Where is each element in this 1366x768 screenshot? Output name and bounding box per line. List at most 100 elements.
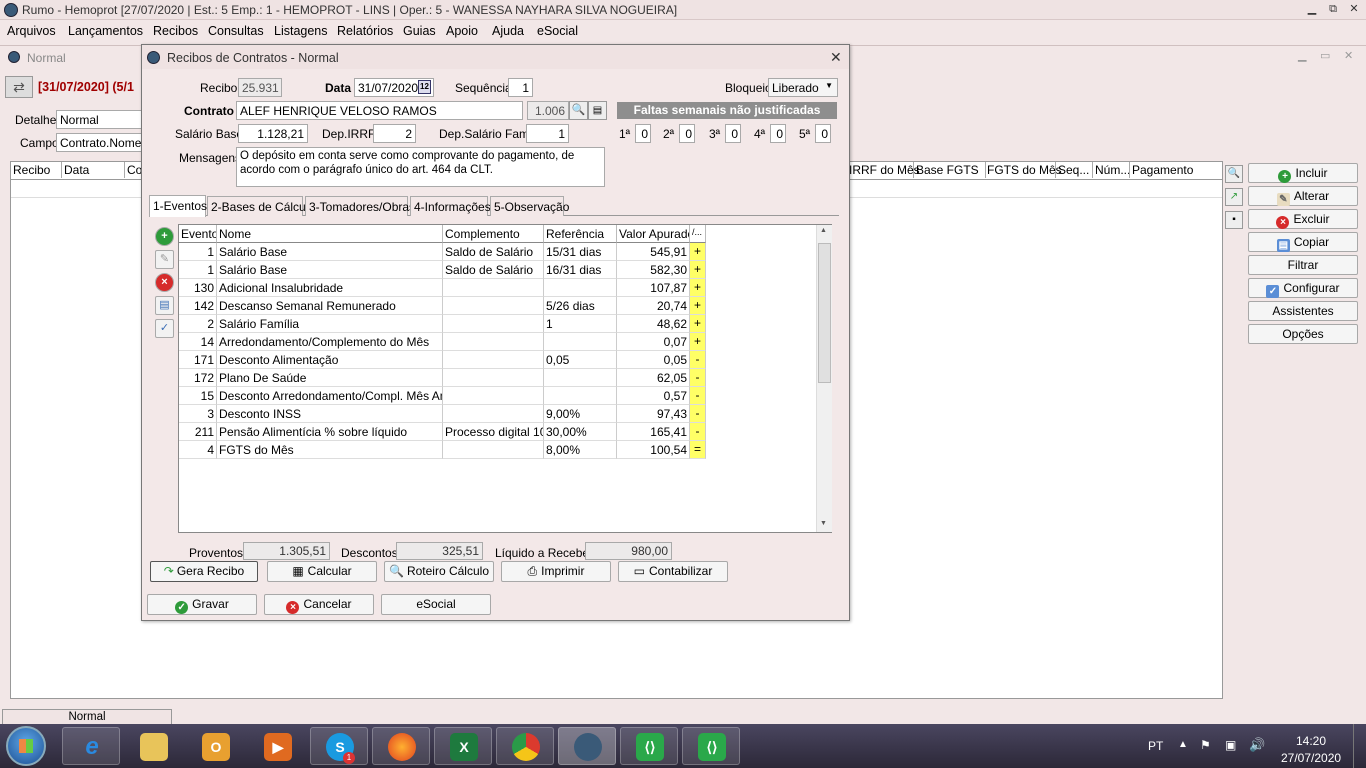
col-referencia[interactable]: Referência <box>544 225 617 243</box>
bg-close-icon[interactable]: ✕ <box>1344 49 1353 62</box>
menu-recibos[interactable]: Recibos <box>153 24 198 38</box>
col-base-fgts[interactable]: Base FGTS <box>916 163 979 177</box>
taskbar-outlook[interactable]: O <box>186 727 244 765</box>
esocial-button[interactable]: eSocial <box>381 594 491 615</box>
tab-tomadores-obras[interactable]: 3-Tomadores/Obras <box>305 196 415 216</box>
print-tool-icon[interactable]: ▪ <box>1225 211 1243 229</box>
taskbar-rumo[interactable] <box>558 727 616 765</box>
filtrar-button[interactable]: Filtrar <box>1248 255 1358 275</box>
detalhe-field[interactable]: Normal <box>56 110 142 129</box>
flag-icon[interactable]: ⚑ <box>1200 738 1211 752</box>
table-row[interactable]: 1 Salário Base Saldo de Salário 15/31 dias 5… <box>179 243 706 261</box>
col-nome[interactable]: Nome <box>217 225 443 243</box>
clock-time[interactable]: 14:20 <box>1296 734 1326 748</box>
tab-bases-calculo[interactable]: 2-Bases de Cálculo <box>207 196 315 216</box>
table-scrollbar[interactable]: ▲ ▼ <box>816 225 832 532</box>
tab-observacao[interactable]: 5-Observação <box>490 196 569 216</box>
menu-lancamentos[interactable]: Lançamentos <box>68 24 143 38</box>
edit-event-icon[interactable]: ✎ <box>155 250 174 269</box>
excluir-button[interactable]: × Excluir <box>1248 209 1358 229</box>
table-row[interactable]: 2 Salário Família 1 48,62 + <box>179 315 706 333</box>
mensagens-field[interactable]: O depósito em conta serve como comprovan… <box>236 147 605 187</box>
cancelar-button[interactable]: × Cancelar <box>264 594 374 615</box>
col-num[interactable]: Núm... <box>1095 163 1130 177</box>
contrato-field[interactable]: ALEF HENRIQUE VELOSO RAMOS <box>236 101 523 120</box>
table-row[interactable]: 15Desconto Arredondamento/Compl. Mês Ant… <box>179 387 706 405</box>
taskbar-explorer[interactable] <box>124 727 182 765</box>
taskbar-ie[interactable]: e <box>62 727 120 765</box>
export-icon[interactable]: ↗ <box>1225 188 1243 206</box>
campo-field[interactable]: Contrato.Nome <box>56 133 142 152</box>
col-sinal[interactable]: /... <box>690 225 706 243</box>
col-evento[interactable]: Evento <box>179 225 217 243</box>
col-data[interactable]: Data <box>64 163 89 177</box>
table-row[interactable]: 14 Arredondamento/Complemento do Mês 0,07 + <box>179 333 706 351</box>
bloqueio-select[interactable]: Liberado ▼ <box>768 78 838 97</box>
tray-chevron-icon[interactable]: ▲ <box>1178 739 1188 750</box>
tab-informacoes[interactable]: 4-Informações <box>410 196 491 216</box>
close-icon[interactable]: ✕ <box>1346 2 1362 16</box>
menu-consultas[interactable]: Consultas <box>208 24 264 38</box>
col-valor-apurado[interactable]: Valor Apurado <box>617 225 690 243</box>
scroll-up-icon[interactable]: ▲ <box>820 227 827 234</box>
scroll-down-icon[interactable]: ▼ <box>820 520 827 527</box>
dep-irrf-field[interactable]: 2 <box>373 124 416 143</box>
col-complemento[interactable]: Complemento <box>443 225 544 243</box>
configure-event-icon[interactable]: ✓ <box>155 319 174 338</box>
col-recibo[interactable]: Recibo <box>13 163 50 177</box>
tab-eventos[interactable]: 1-Eventos <box>149 195 207 217</box>
table-row[interactable]: 3 Desconto INSS 9,00% 97,43- <box>179 405 706 423</box>
show-desktop-button[interactable] <box>1353 724 1366 768</box>
falta-1-field[interactable]: 0 <box>635 124 651 143</box>
dialog-close-icon[interactable]: ✕ <box>830 49 842 66</box>
alterar-button[interactable]: ✎ Alterar <box>1248 186 1358 206</box>
assistentes-button[interactable]: Assistentes <box>1248 301 1358 321</box>
swap-arrows-icon[interactable]: ⇄ <box>5 76 33 98</box>
taskbar-media[interactable]: ▶ <box>248 727 306 765</box>
taskbar-app-1[interactable]: ⟨⟩ <box>620 727 678 765</box>
bg-restore-icon[interactable]: ▭ <box>1320 49 1330 62</box>
opcoes-button[interactable]: Opções <box>1248 324 1358 344</box>
salario-base-field[interactable]: 1.128,21 <box>238 124 308 143</box>
taskbar-skype[interactable]: S1 <box>310 727 368 765</box>
calendar-icon[interactable]: 12 <box>418 80 431 94</box>
table-row[interactable]: 211 Pensão Alimentícia % sobre líquido Pro… <box>179 423 706 441</box>
falta-4-field[interactable]: 0 <box>770 124 786 143</box>
falta-2-field[interactable]: 0 <box>679 124 695 143</box>
contabilizar-button[interactable]: ▭ Contabilizar <box>618 561 728 582</box>
col-irrf-mes[interactable]: IRRF do Mês <box>849 163 920 177</box>
table-row[interactable]: 130 Adicional Insalubridade 107,87 + <box>179 279 706 297</box>
clock-date[interactable]: 27/07/2020 <box>1281 751 1341 765</box>
col-pagamento[interactable]: Pagamento <box>1132 163 1193 177</box>
configurar-button[interactable]: ✓ Configurar <box>1248 278 1358 298</box>
menu-ajuda[interactable]: Ajuda <box>492 24 524 38</box>
copy-event-icon[interactable]: ▤ <box>155 296 174 315</box>
taskbar-app-2[interactable]: ⟨⟩ <box>682 727 740 765</box>
add-event-icon[interactable]: + <box>155 227 174 246</box>
scroll-thumb[interactable] <box>818 243 831 383</box>
restore-icon[interactable]: ⧉ <box>1325 2 1341 16</box>
taskbar-excel[interactable]: X <box>434 727 492 765</box>
col-fgts-mes[interactable]: FGTS do Mês <box>987 163 1062 177</box>
falta-3-field[interactable]: 0 <box>725 124 741 143</box>
table-row[interactable]: 172 Plano De Saúde 62,05- <box>179 369 706 387</box>
bg-minimize-icon[interactable]: ▁ <box>1298 49 1306 62</box>
menu-apoio[interactable]: Apoio <box>446 24 478 38</box>
menu-arquivos[interactable]: Arquivos <box>7 24 56 38</box>
language-indicator[interactable]: PT <box>1148 739 1163 753</box>
roteiro-calculo-button[interactable]: 🔍 Roteiro Cálculo <box>384 561 494 582</box>
minimize-icon[interactable]: ▁ <box>1304 2 1320 16</box>
search-icon[interactable]: 🔍 <box>569 101 588 120</box>
incluir-button[interactable]: + Incluir <box>1248 163 1358 183</box>
menu-esocial[interactable]: eSocial <box>537 24 578 38</box>
gera-recibo-button[interactable]: ↷ Gera Recibo <box>150 561 258 582</box>
table-row[interactable]: 1 Salário Base Saldo de Salário 16/31 dias 5… <box>179 261 706 279</box>
falta-5-field[interactable]: 0 <box>815 124 831 143</box>
table-row[interactable]: 171 Desconto Alimentação 0,05 0,05- <box>179 351 706 369</box>
table-row[interactable]: 4 FGTS do Mês 8,00% 100,54 = <box>179 441 706 459</box>
volume-icon[interactable]: 🔊 <box>1249 737 1265 753</box>
taskbar-firefox[interactable] <box>372 727 430 765</box>
network-icon[interactable]: ▣ <box>1225 738 1236 752</box>
delete-event-icon[interactable]: × <box>155 273 174 292</box>
start-button[interactable] <box>6 726 46 766</box>
